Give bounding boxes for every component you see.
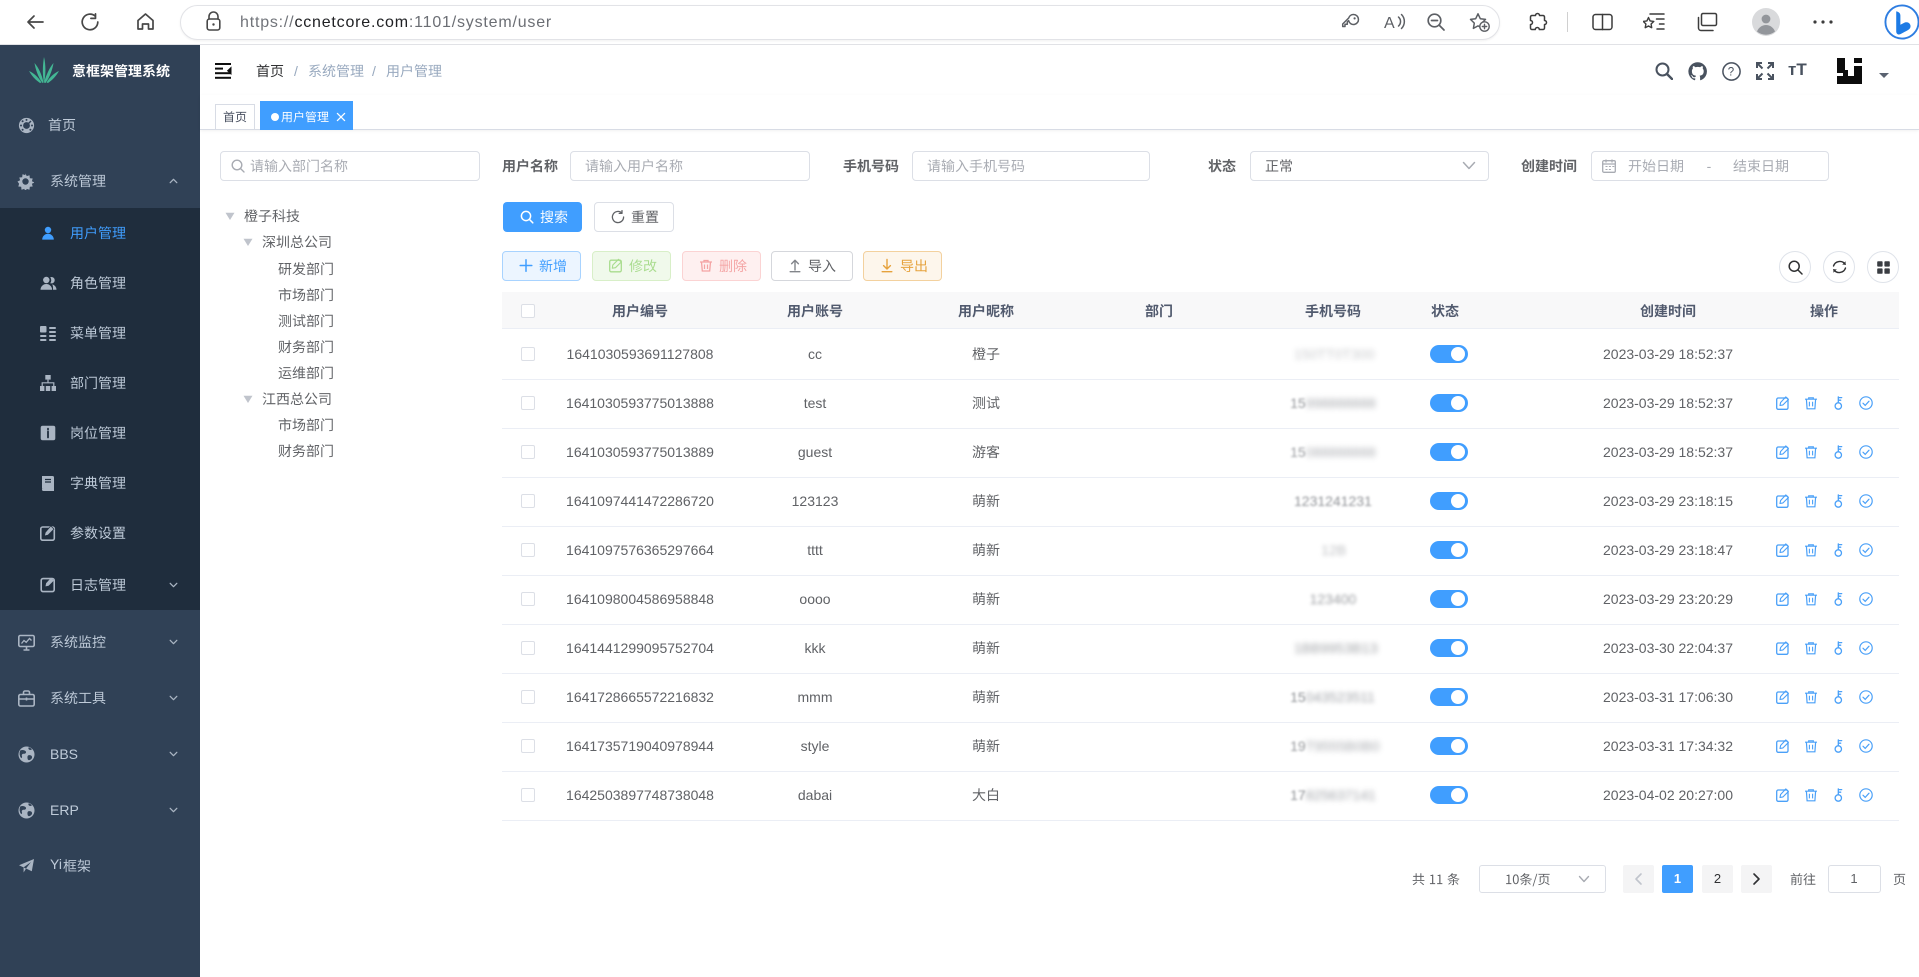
svg-text:?: ? <box>1728 67 1734 79</box>
svg-text:A: A <box>1384 15 1395 31</box>
